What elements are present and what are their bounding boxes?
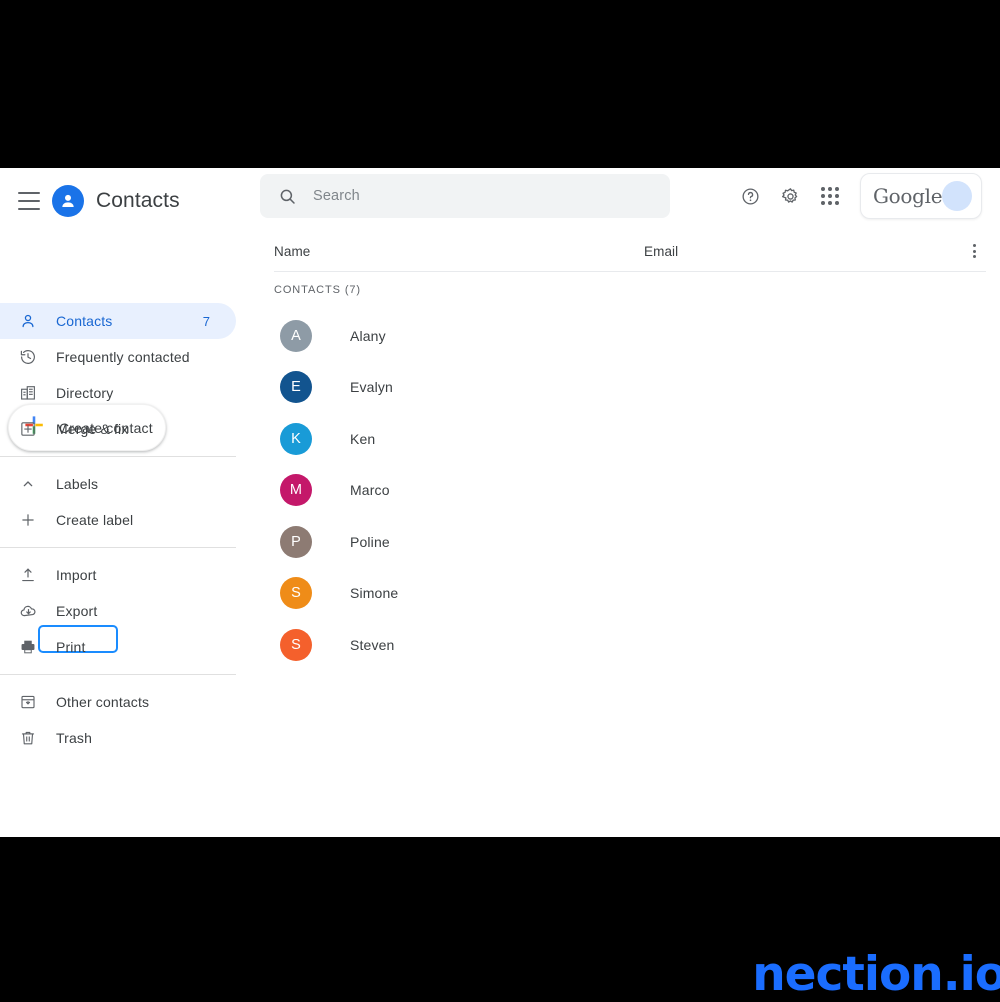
avatar: S <box>280 577 312 609</box>
search-input[interactable]: Search <box>260 174 670 218</box>
trash-icon <box>18 728 38 748</box>
contacts-list: A Alany E Evalyn K Ken M Marco <box>260 310 1000 671</box>
sidebar-item-import[interactable]: Import <box>0 557 236 593</box>
hamburger-menu-icon[interactable] <box>18 192 40 210</box>
app-header: Contacts <box>0 176 260 226</box>
sidebar: Contacts Create contact <box>0 168 260 837</box>
column-header-email: Email <box>644 244 678 259</box>
sidebar-label-contacts: Contacts <box>56 313 112 329</box>
sidebar-label-trash: Trash <box>56 730 92 746</box>
avatar-initial: S <box>291 637 301 653</box>
history-clock-icon <box>18 347 38 367</box>
sidebar-label-merge-and-fix: Merge & fix <box>56 421 128 437</box>
avatar: K <box>280 423 312 455</box>
google-account-chip[interactable]: Google <box>860 173 982 219</box>
help-circle-icon[interactable] <box>730 176 770 216</box>
avatar-initial: A <box>291 328 301 344</box>
sidebar-item-directory[interactable]: Directory <box>0 375 236 411</box>
chevron-up-icon <box>18 474 38 494</box>
cloud-download-icon <box>18 601 38 621</box>
watermark: nection.io <box>752 951 1000 998</box>
avatar: S <box>280 629 312 661</box>
gear-icon[interactable] <box>770 176 810 216</box>
google-brand-label: Google <box>873 184 942 208</box>
table-row[interactable]: S Simone <box>260 568 1000 620</box>
search-placeholder: Search <box>313 188 360 204</box>
sidebar-item-contacts[interactable]: Contacts 7 <box>0 303 236 339</box>
merge-fix-icon <box>18 419 38 439</box>
avatar: E <box>280 371 312 403</box>
contacts-person-icon <box>52 185 84 217</box>
sidebar-item-export[interactable]: Export <box>0 593 236 629</box>
avatar: A <box>280 320 312 352</box>
avatar: P <box>280 526 312 558</box>
contact-name: Alany <box>350 328 386 344</box>
main-content: Search <box>260 168 1000 837</box>
sidebar-item-trash[interactable]: Trash <box>0 720 236 756</box>
more-vertical-icon[interactable] <box>962 239 986 263</box>
page-title: Contacts <box>96 189 180 213</box>
google-contacts-app: Contacts Create contact <box>0 168 1000 837</box>
sidebar-item-merge-and-fix[interactable]: Merge & fix <box>0 411 236 447</box>
sidebar-label-export: Export <box>56 603 97 619</box>
sidebar-label-frequently-contacted: Frequently contacted <box>56 349 190 365</box>
sidebar-divider-3 <box>0 674 236 675</box>
sidebar-label-import: Import <box>56 567 97 583</box>
sidebar-divider-1 <box>0 456 236 457</box>
table-header: Name Email <box>274 231 986 272</box>
sidebar-item-print[interactable]: Print <box>0 629 236 665</box>
plus-icon <box>18 510 38 530</box>
sidebar-item-labels[interactable]: Labels <box>0 466 236 502</box>
avatar[interactable] <box>942 181 972 211</box>
sidebar-label-create-label: Create label <box>56 512 133 528</box>
contacts-section-label: CONTACTS (7) <box>274 284 361 296</box>
table-row[interactable]: E Evalyn <box>260 362 1000 414</box>
avatar-initial: S <box>291 585 301 601</box>
table-row[interactable]: K Ken <box>260 413 1000 465</box>
table-row[interactable]: S Steven <box>260 619 1000 671</box>
search-icon <box>278 187 297 206</box>
sidebar-item-frequently-contacted[interactable]: Frequently contacted <box>0 339 236 375</box>
table-row[interactable]: M Marco <box>260 465 1000 517</box>
sidebar-count-contacts: 7 <box>203 314 210 329</box>
sidebar-nav: Contacts 7 Frequently contacted <box>0 303 260 756</box>
sidebar-label-directory: Directory <box>56 385 113 401</box>
contact-name: Simone <box>350 585 398 601</box>
table-row[interactable]: A Alany <box>260 310 1000 362</box>
avatar: M <box>280 474 312 506</box>
apps-grid-icon[interactable] <box>810 176 850 216</box>
sidebar-item-create-label[interactable]: Create label <box>0 502 236 538</box>
avatar-initial: K <box>291 431 301 447</box>
building-icon <box>18 383 38 403</box>
avatar-initial: P <box>291 534 301 550</box>
contact-name: Marco <box>350 482 390 498</box>
person-icon <box>18 311 38 331</box>
avatar-initial: E <box>291 379 301 395</box>
contact-name: Evalyn <box>350 379 393 395</box>
avatar-initial: M <box>290 482 302 498</box>
contact-name: Steven <box>350 637 395 653</box>
printer-icon <box>18 637 38 657</box>
upload-icon <box>18 565 38 585</box>
column-header-name: Name <box>274 244 310 259</box>
sidebar-label-other-contacts: Other contacts <box>56 694 149 710</box>
sidebar-label-print: Print <box>56 639 86 655</box>
sidebar-item-other-contacts[interactable]: Other contacts <box>0 684 236 720</box>
top-bar: Search <box>260 168 1000 224</box>
contact-name: Ken <box>350 431 375 447</box>
contact-name: Poline <box>350 534 390 550</box>
top-bar-actions: Google <box>730 174 982 218</box>
sidebar-label-labels: Labels <box>56 476 98 492</box>
sidebar-divider-2 <box>0 547 236 548</box>
table-row[interactable]: P Poline <box>260 516 1000 568</box>
archive-box-icon <box>18 692 38 712</box>
